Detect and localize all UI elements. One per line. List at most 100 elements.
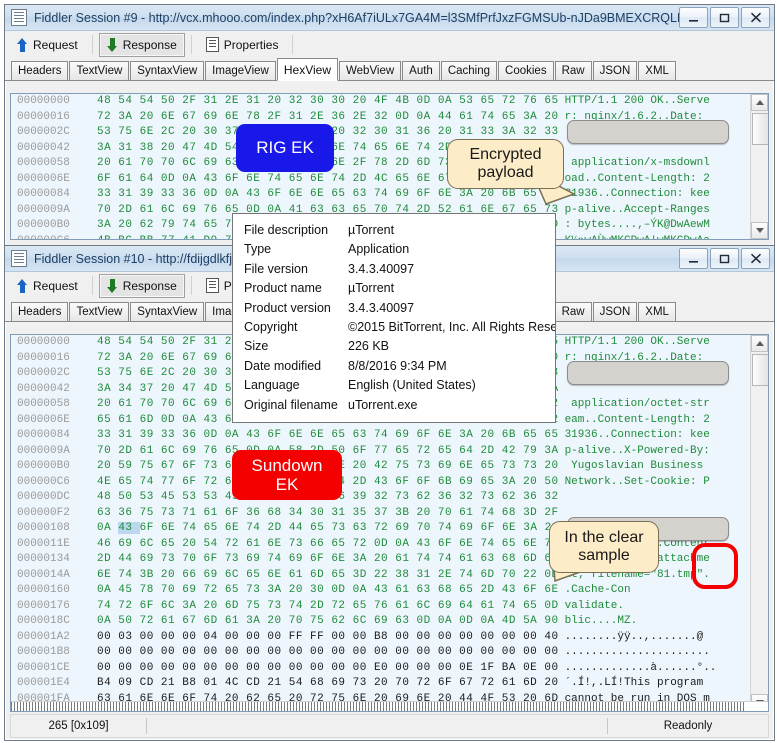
hex-row: 000001A2 00 03 00 00 00 04 00 00 00 FF FF… (11, 630, 768, 646)
tab-label: SyntaxView (137, 65, 198, 77)
tab-label: Raw (561, 306, 585, 318)
maximize-button[interactable] (710, 248, 739, 269)
tab-json[interactable]: JSON (592, 61, 638, 81)
hex-row: 00000000 48 54 54 50 2F 31 2E 31 20 32 30… (11, 94, 768, 110)
tab-syntaxview[interactable]: SyntaxView (130, 302, 205, 322)
property-key: Type (244, 242, 272, 257)
toolbar-separator (91, 35, 93, 54)
tab-auth[interactable]: Auth (402, 61, 440, 81)
window1-titlebar[interactable]: Fiddler Session #9 - http://vcx.mhooo.co… (5, 5, 774, 31)
hex-bytes[interactable]: 33 31 39 33 36 0D 0A 43 6F 6E 6E 65 63 7… (97, 428, 559, 444)
request-button[interactable]: Request (9, 274, 86, 298)
hex-bytes[interactable]: 00 00 00 00 00 00 00 00 00 00 00 00 00 0… (97, 645, 559, 661)
window2-horizontal-scrollbar[interactable] (11, 701, 768, 711)
tab-syntaxview[interactable]: SyntaxView (130, 61, 205, 81)
tab-caching[interactable]: Caching (440, 61, 498, 81)
hex-offset: 00000084 (17, 188, 70, 200)
response-button[interactable]: Response (98, 273, 185, 298)
window2-vertical-scrollbar[interactable] (750, 335, 768, 711)
tab-raw[interactable]: Raw (554, 61, 592, 81)
hex-bytes[interactable]: 33 31 39 33 36 0D 0A 43 6F 6E 6E 65 63 7… (97, 187, 559, 203)
hex-ascii: application/octet-str (564, 398, 710, 410)
annotation-rig-ek-label: RIG EK (256, 138, 314, 158)
property-key: Product name (244, 281, 322, 296)
property-row: Product version 3.4.3.40097 (244, 299, 545, 318)
tab-label: Cookies (505, 65, 547, 77)
hex-bytes[interactable]: B4 09 CD 21 B8 01 4C CD 21 54 68 69 73 2… (97, 676, 559, 692)
hex-row: 000001B8 00 00 00 00 00 00 00 00 00 00 00… (11, 645, 768, 661)
tab-textview[interactable]: TextView (69, 302, 130, 322)
tab-textview[interactable]: TextView (69, 61, 130, 81)
tab-json[interactable]: JSON (592, 302, 638, 322)
hex-offset: 00000058 (17, 157, 70, 169)
window1-tabstrip[interactable]: Headers TextView SyntaxView ImageView HexVie… (5, 58, 774, 81)
hex-offset: 00000084 (17, 429, 70, 441)
property-row: Type Application (244, 240, 545, 259)
hex-bytes[interactable]: 00 00 00 00 00 00 00 00 00 00 00 00 00 E… (97, 661, 559, 677)
hex-ascii: K¼»wAÙwMKCDwA!wMKCDwAa (559, 234, 710, 240)
hex-bytes[interactable]: 72 3A 20 6E 67 69 6E 78 2F 31 2E 36 2E 3… (97, 110, 559, 126)
tab-raw[interactable]: Raw (554, 302, 592, 322)
hex-bytes[interactable]: 0A 50 72 61 67 6D 61 3A 20 70 75 62 6C 6… (97, 614, 559, 630)
hex-bytes[interactable]: 74 72 6F 6C 3A 20 6D 75 73 74 2D 72 65 7… (97, 599, 559, 615)
property-row: Date modified 8/8/2016 9:34 PM (244, 357, 545, 376)
hex-bytes[interactable]: 0A 43 6F 6E 74 65 6E 74 2D 44 65 73 63 7… (97, 521, 559, 537)
properties-tooltip: File description µTorrent Type Application F… (232, 213, 556, 423)
hex-ascii: HTTP/1.1 200 OK..Serve (564, 95, 710, 107)
scrollbar-thumb[interactable] (752, 113, 768, 145)
response-button[interactable]: Response (98, 32, 185, 57)
scrollbar-thumb[interactable] (752, 354, 768, 386)
hex-bytes[interactable]: 6E 74 3B 20 66 69 6C 65 6E 61 6D 65 3D 2… (97, 568, 559, 584)
tab-headers[interactable]: Headers (11, 302, 69, 322)
tab-headers[interactable]: Headers (11, 61, 69, 81)
hex-ascii: Yugoslavian Business (564, 460, 710, 472)
properties-button[interactable]: Properties (198, 33, 287, 57)
hex-bytes[interactable]: 63 36 75 73 71 61 6F 36 68 34 30 31 35 3… (97, 506, 559, 522)
property-row: Copyright ©2015 BitTorrent, Inc. All Righ… (244, 318, 555, 337)
tab-hexview[interactable]: HexView (276, 58, 338, 81)
scroll-up-button[interactable] (751, 335, 768, 352)
window1-toolbar[interactable]: Request Response Properties (5, 31, 774, 59)
scrollbar-thumb[interactable] (11, 702, 746, 711)
hex-offset: 00000134 (17, 553, 70, 565)
property-row: Size 226 KB (244, 337, 545, 356)
tab-imageview[interactable]: ImageView (205, 61, 276, 81)
hex-offset: 00000160 (17, 584, 70, 596)
hex-row: 0000005820 61 70 70 6C 69 63 61 74 69 6F… (11, 156, 768, 172)
window2-controls[interactable] (679, 248, 774, 269)
tab-xml[interactable]: XML (638, 61, 676, 81)
screenshot-root: Fiddler Session #9 - http://vcx.mhooo.co… (0, 0, 777, 743)
hex-offset: 000000DC (17, 491, 70, 503)
minimize-button[interactable] (679, 248, 708, 269)
tab-label: JSON (599, 65, 631, 77)
chevron-down-icon (755, 228, 764, 233)
hex-bytes[interactable]: 2D 44 69 73 70 6F 73 69 74 69 6F 6E 3A 2… (97, 552, 559, 568)
tab-xml[interactable]: XML (638, 302, 676, 322)
close-button[interactable] (741, 7, 770, 28)
request-button[interactable]: Request (9, 33, 86, 57)
hex-offset: 0000011E (17, 537, 70, 550)
hex-offset: 00000042 (17, 141, 70, 154)
tab-cookies[interactable]: Cookies (498, 61, 554, 81)
minimize-button[interactable] (679, 7, 708, 28)
hex-offset: 0000014A (17, 568, 70, 581)
hex-ascii: p-alive..X-Powered-By: (564, 444, 710, 457)
hex-bytes[interactable]: 0A 45 78 70 69 72 65 73 3A 20 30 0D 0A 4… (97, 583, 559, 599)
hex-row: 00000176 74 72 6F 6C 3A 20 6D 75 73 74 2D… (11, 599, 768, 615)
hex-bytes[interactable]: 48 54 54 50 2F 31 2E 31 20 32 30 30 20 4… (97, 94, 559, 110)
close-button[interactable] (741, 248, 770, 269)
hex-ascii (559, 506, 565, 522)
window1-controls[interactable] (679, 7, 774, 28)
hex-offset: 000000F2 (17, 506, 70, 519)
scroll-up-button[interactable] (751, 94, 768, 111)
maximize-button[interactable] (710, 7, 739, 28)
scroll-down-button[interactable] (751, 222, 768, 239)
window1-vertical-scrollbar[interactable] (750, 94, 768, 239)
property-key: Size (244, 339, 269, 354)
hex-bytes[interactable]: 46 69 6C 65 20 54 72 61 6E 73 66 65 72 0… (97, 537, 559, 553)
document-icon (205, 37, 219, 52)
property-key: Date modified (244, 358, 322, 373)
hex-bytes[interactable]: 00 03 00 00 00 04 00 00 00 FF FF 00 00 B… (97, 630, 559, 646)
tab-webview[interactable]: WebView (339, 61, 402, 81)
hex-ascii: 31936..Connection: kee (564, 429, 710, 441)
